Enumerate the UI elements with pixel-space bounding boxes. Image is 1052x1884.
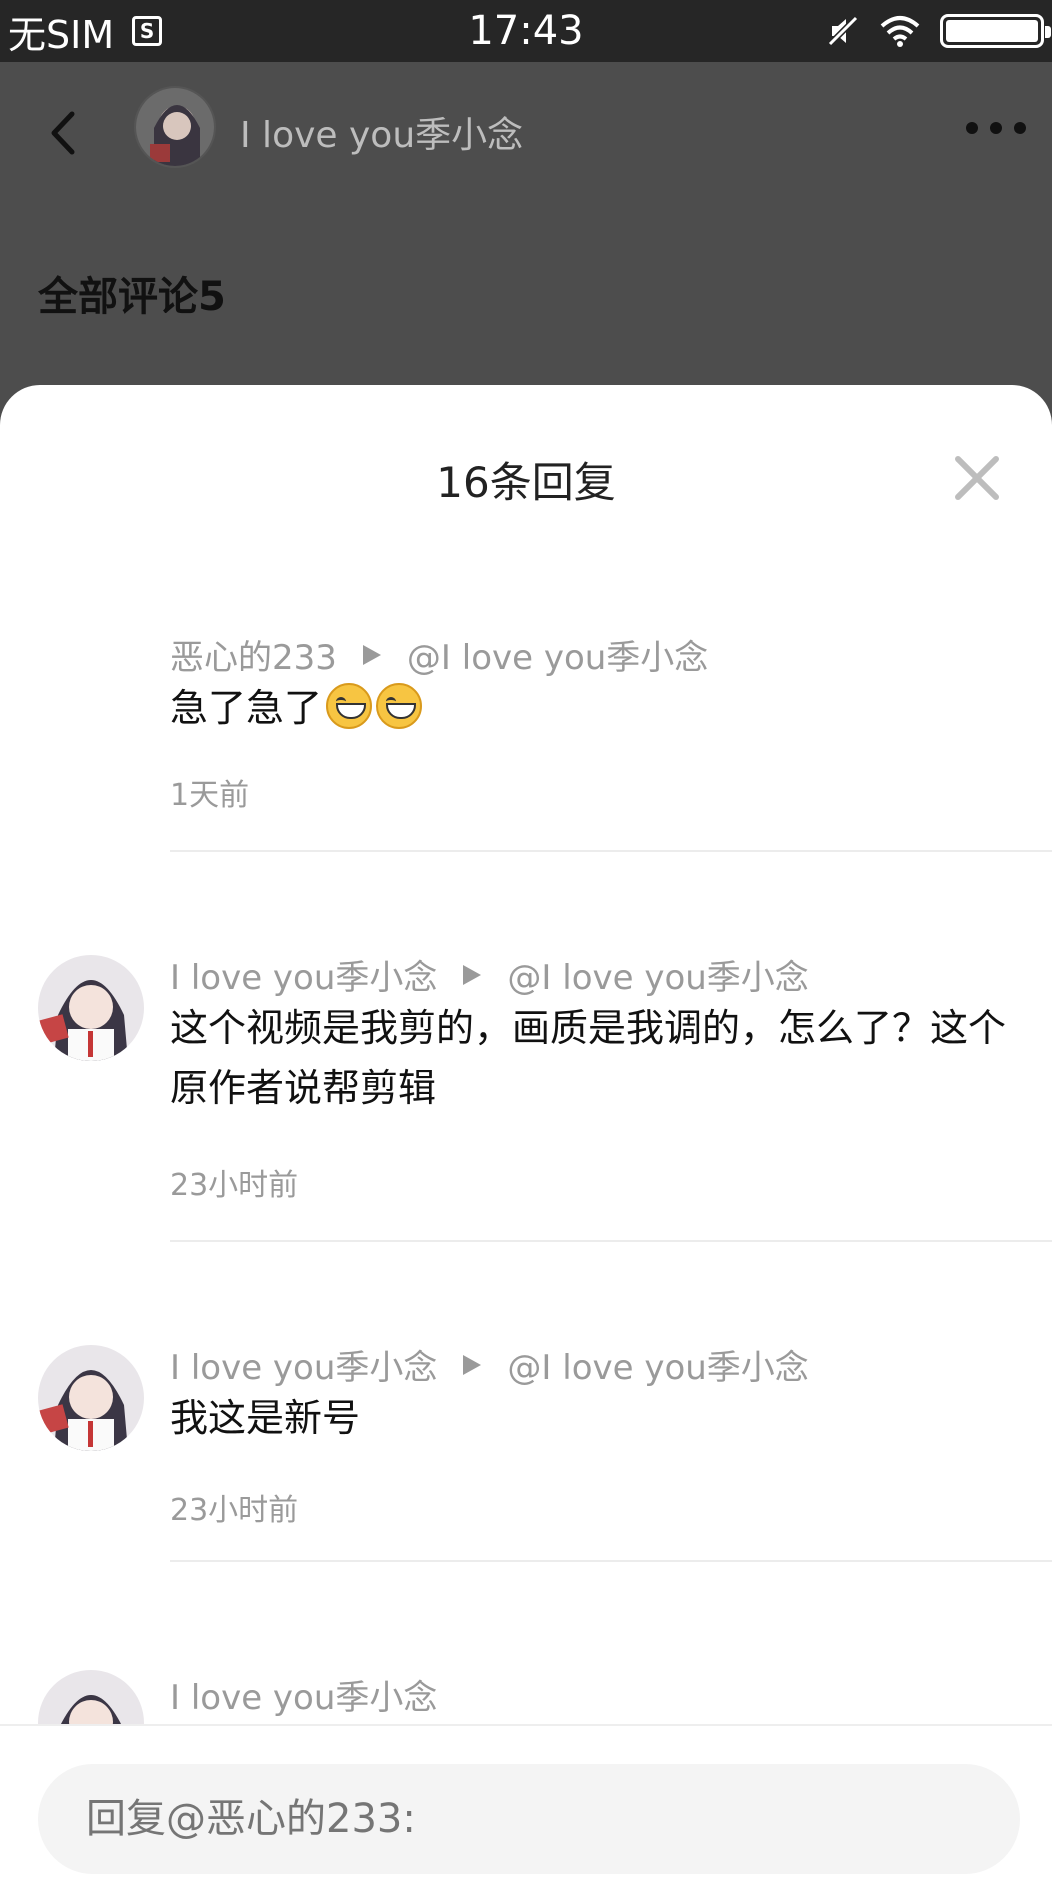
reply-content: 我这是新号	[170, 1396, 361, 1440]
reply-input[interactable]	[38, 1764, 1020, 1874]
carrier-label: 无SIM	[8, 12, 115, 57]
reply-names: I love you季小念 @I love you季小念	[170, 1340, 809, 1389]
divider	[170, 1560, 1052, 1562]
reply-target[interactable]: @I love you季小念	[407, 630, 708, 679]
avatar[interactable]	[38, 1345, 144, 1451]
reply-time: 23小时前	[170, 1493, 299, 1528]
reply-target[interactable]: @I love you季小念	[507, 1340, 808, 1389]
reply-author[interactable]: I love you季小念	[170, 950, 437, 999]
reply-author[interactable]: I love you季小念	[170, 1670, 437, 1719]
reply-sheet: 16条回复 恶心的233 @I love you季小念 急了急了 1天前 I l…	[0, 385, 1052, 1884]
section-title: 全部评论5	[38, 274, 226, 320]
reply-author[interactable]: I love you季小念	[170, 1340, 437, 1389]
divider	[170, 1240, 1052, 1242]
reply-content: 这个视频是我剪的，画质是我调的，怎么了？这个原作者说帮剪辑	[170, 1006, 1007, 1110]
wifi-icon	[880, 16, 920, 47]
reply-content: 急了急了	[170, 678, 1010, 738]
more-icon[interactable]	[964, 120, 1028, 136]
mute-icon	[827, 15, 859, 47]
reply-names: I love you季小念 @I love you季小念	[170, 950, 809, 999]
reply-item[interactable]: I love you季小念 @I love you季小念 我这是新号 23小时前	[0, 1340, 1052, 1660]
back-icon[interactable]	[40, 108, 90, 158]
battery-fill	[946, 20, 1038, 42]
nav-title: I love you季小念	[240, 115, 524, 156]
reply-arrow-icon	[463, 964, 482, 985]
status-right	[826, 14, 1051, 48]
reply-arrow-icon	[463, 1354, 482, 1375]
reply-target[interactable]: @I love you季小念	[507, 950, 808, 999]
reply-names: 恶心的233 @I love you季小念	[170, 630, 708, 679]
reply-item[interactable]: 恶心的233 @I love you季小念 急了急了 1天前	[0, 630, 1052, 905]
divider	[170, 850, 1052, 852]
reply-time: 1天前	[170, 778, 250, 813]
battery-icon	[940, 14, 1051, 48]
reply-author[interactable]: 恶心的233	[170, 630, 337, 679]
status-left: 无SIM S	[8, 4, 163, 59]
avatar[interactable]	[38, 955, 144, 1061]
reply-item[interactable]: I love you季小念 @I love you季小念 这个视频是我剪的，画质…	[0, 950, 1052, 1280]
reply-names: I love you季小念	[170, 1670, 437, 1719]
status-time: 17:43	[468, 8, 584, 54]
grinning-face-icon	[376, 683, 423, 729]
nav-bar: I love you季小念	[0, 62, 1052, 204]
reply-arrow-icon	[362, 644, 381, 665]
sheet-title: 16条回复	[436, 458, 616, 507]
reply-content-text: 急了急了	[170, 686, 323, 730]
grinning-face-icon	[326, 683, 373, 729]
nav-avatar[interactable]	[134, 86, 216, 168]
close-icon[interactable]	[954, 455, 1000, 501]
reply-time: 23小时前	[170, 1168, 299, 1203]
screen: 无SIM S 17:43 I love you季小念 全部评论5 16条回复 恶…	[0, 0, 1052, 1884]
reply-input-bar	[0, 1724, 1052, 1884]
status-bar: 无SIM S 17:43	[0, 0, 1052, 62]
sim-icon: S	[132, 16, 163, 46]
